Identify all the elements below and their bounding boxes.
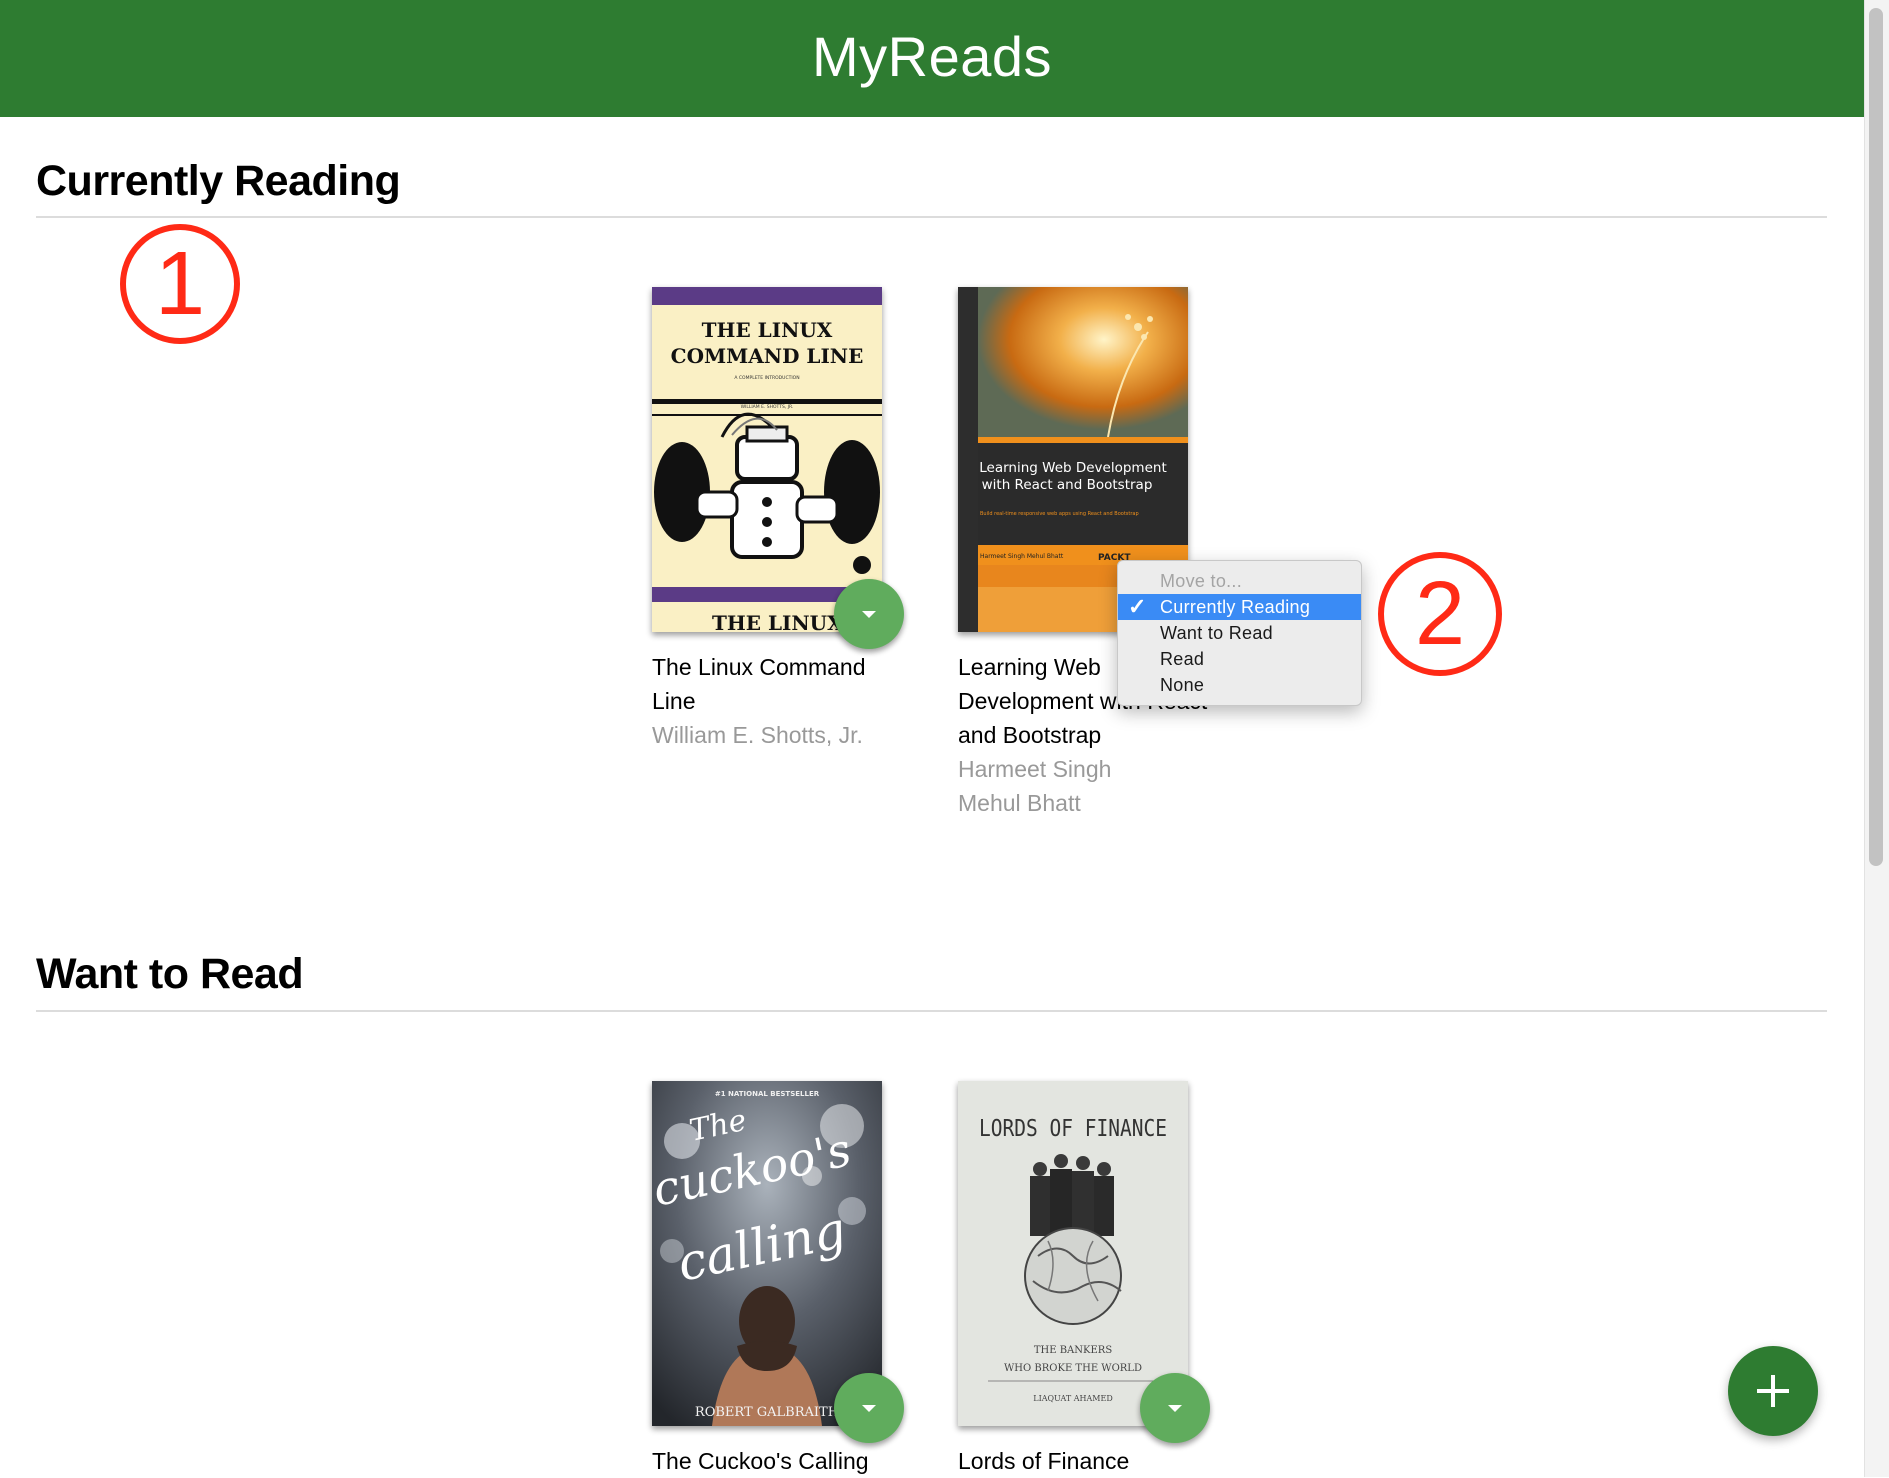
book-author: Harmeet Singh — [958, 756, 1112, 782]
book-cover[interactable]: #1 NATIONAL BESTSELLER The cuckoo's call… — [652, 1081, 882, 1426]
cover-text: THE LINUX — [702, 318, 833, 342]
book-title: Lords of Finance — [958, 1448, 1130, 1474]
add-book-button[interactable] — [1728, 1346, 1818, 1436]
cover-text: ROBERT GALBRAITH — [695, 1405, 839, 1420]
menu-item-label: Currently Reading — [1160, 597, 1311, 617]
book-cover[interactable]: THE LINUX COMMAND LINE A COMPLETE INTROD… — [652, 287, 882, 632]
checkmark-icon: ✓ — [1128, 594, 1147, 619]
book-cuckoos-calling: #1 NATIONAL BESTSELLER The cuckoo's call… — [652, 1081, 912, 1478]
linux-cover-art: THE LINUX COMMAND LINE A COMPLETE INTROD… — [652, 287, 882, 632]
book-author: William E. Shotts, Jr. — [652, 722, 863, 748]
shelf-changer-button[interactable] — [834, 1373, 904, 1443]
shelf-changer-button[interactable] — [1140, 1373, 1210, 1443]
cover-text: with React and Bootstrap — [982, 477, 1153, 493]
app-title: MyReads — [811, 25, 1053, 88]
book-learning-web-development: Learning Web Development with React and … — [958, 287, 1218, 820]
cover-text: WILLIAM E. SHOTTS, JR. — [741, 404, 794, 410]
cover-text: COMMAND LINE — [671, 344, 864, 368]
triangle-down-icon — [862, 610, 876, 618]
book-title: The Cuckoo's Calling — [652, 1448, 869, 1474]
book-title: The Linux Command Line — [652, 654, 866, 714]
shelf-select-menu[interactable]: Move to... ✓ Currently Reading Want to R… — [1117, 560, 1362, 706]
cuckoo-cover-art: #1 NATIONAL BESTSELLER The cuckoo's call… — [652, 1081, 882, 1426]
annotation-marker-2: 2 — [1378, 552, 1502, 676]
cover-text: LIAQUAT AHAMED — [1033, 1394, 1113, 1403]
annotation-marker-1: 1 — [120, 224, 240, 344]
cover-text: Harmeet Singh Mehul Bhatt — [980, 553, 1064, 560]
shelf-title-want-to-read: Want to Read — [36, 950, 304, 998]
cover-text: #1 NATIONAL BESTSELLER — [715, 1090, 820, 1098]
annotation-number: 1 — [154, 233, 206, 334]
triangle-down-icon — [1168, 1404, 1182, 1412]
plus-icon — [1757, 1375, 1789, 1407]
triangle-down-icon — [862, 1404, 876, 1412]
book-author: Mehul Bhatt — [958, 790, 1081, 816]
book-linux-command-line: THE LINUX COMMAND LINE A COMPLETE INTROD… — [652, 287, 912, 752]
menu-item-want-to-read[interactable]: Want to Read — [1118, 620, 1361, 646]
shelf-divider — [36, 216, 1827, 218]
finance-cover-art: LORDS OF FINANCE THE BANKERS WHO BROKE T… — [958, 1081, 1188, 1426]
cover-text: Learning Web Development — [979, 460, 1167, 476]
cover-text: LORDS OF FINANCE — [979, 1116, 1167, 1142]
cover-text: THE BANKERS — [1034, 1345, 1112, 1356]
menu-item-read[interactable]: Read — [1118, 646, 1361, 672]
shelf-divider — [36, 1010, 1827, 1012]
cover-text: WHO BROKE THE WORLD — [1004, 1363, 1142, 1374]
menu-item-currently-reading[interactable]: ✓ Currently Reading — [1118, 594, 1361, 620]
cover-text: Build real-time responsive web apps usin… — [980, 511, 1139, 517]
book-title-line: and Bootstrap — [958, 722, 1102, 748]
cover-text: A COMPLETE INTRODUCTION — [734, 375, 799, 381]
shelf-title-currently-reading: Currently Reading — [36, 157, 401, 205]
menu-item-none[interactable]: None — [1118, 672, 1361, 698]
svg-text:THE LINUX: THE LINUX — [712, 611, 843, 632]
menu-item-move-to: Move to... — [1160, 571, 1243, 591]
annotation-number: 2 — [1414, 563, 1466, 664]
app-header: MyReads — [0, 0, 1864, 117]
book-lords-of-finance: LORDS OF FINANCE THE BANKERS WHO BROKE T… — [958, 1081, 1218, 1478]
scrollbar-thumb[interactable] — [1869, 8, 1883, 866]
book-cover[interactable]: LORDS OF FINANCE THE BANKERS WHO BROKE T… — [958, 1081, 1188, 1426]
shelf-changer-button[interactable] — [834, 579, 904, 649]
